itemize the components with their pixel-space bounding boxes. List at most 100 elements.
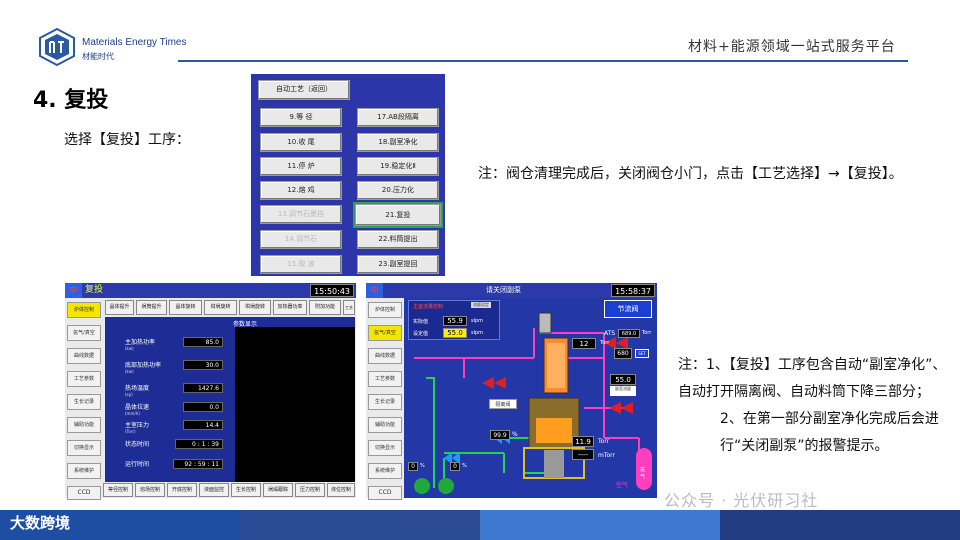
bottom-button[interactable]: 埚塌跟踪: [263, 483, 293, 497]
throttle-valve-button[interactable]: 节流阀: [604, 300, 652, 318]
header-divider: [178, 60, 908, 62]
side-button[interactable]: 曲线数据: [368, 348, 402, 364]
side-button[interactable]: 切换显示: [368, 440, 402, 456]
side-button-furnace[interactable]: 炉体控制: [67, 302, 101, 318]
bottom-button[interactable]: 液面监控: [199, 483, 229, 497]
argon-panel-badge: 流量设定: [471, 302, 491, 308]
menu-item-right[interactable]: 22.料筒提出: [357, 230, 439, 249]
menu-item-rebatch-selected[interactable]: 21.复投: [353, 202, 443, 228]
pump-a-unit: %: [420, 463, 425, 469]
param-value: 14.4: [183, 420, 223, 430]
menu-item-left-disabled: 15.取 液: [260, 255, 342, 274]
mtorr-unit: mTorr: [598, 452, 615, 459]
pressure-12: 12: [572, 338, 596, 349]
side-flow-value: 55.0: [610, 374, 636, 385]
footer-segment: [720, 510, 960, 540]
side-button[interactable]: 生长记录: [368, 394, 402, 410]
bottom-button[interactable]: 等径控制: [103, 483, 133, 497]
pump-b-value: 0: [450, 462, 460, 471]
footer-segment: [480, 510, 720, 540]
company-logo: [38, 27, 76, 67]
clock: 15:50:43: [310, 284, 354, 297]
top-button[interactable]: 晶体提升: [105, 300, 134, 315]
watermark: 公众号 · 光伏研习社: [664, 491, 819, 510]
pump-a-value: 0: [408, 462, 418, 471]
top-button[interactable]: 坩埚旋转: [239, 300, 271, 315]
side-button-ccd[interactable]: CCD: [368, 486, 402, 500]
side-button[interactable]: 系统维护: [368, 463, 402, 479]
hmi-screen-parameters: 中 复投 15:50:43 炉体控制 氩气/真空 曲线数据 工艺参数 生长记录 …: [65, 283, 356, 500]
chart-area: [235, 327, 355, 482]
param-value: 30.0: [183, 360, 223, 370]
param-value: 85.0: [183, 337, 223, 347]
side-button[interactable]: 辅助功能: [67, 417, 101, 433]
footer-segment: [240, 510, 480, 540]
screen-title-alarm: 请关闭副泵: [486, 286, 521, 294]
actual-flow-value: 55.9: [443, 316, 467, 326]
menu-item-right[interactable]: 20.压力化: [357, 181, 439, 200]
process-select-button[interactable]: 工艺选择: [343, 300, 355, 323]
menu-item-left[interactable]: 11.停 炉: [260, 157, 342, 176]
bottom-button[interactable]: 开底控制: [167, 483, 197, 497]
process-menu-screenshot: 自动工艺（返回） 9.等 径 10.收 尾 11.停 炉 12.熔 鸡 13.调…: [251, 74, 445, 276]
pump-b-unit: %: [462, 463, 467, 469]
param-value: 1427.6: [183, 383, 223, 393]
bottom-button[interactable]: 液位控制: [327, 483, 355, 497]
vacuum-schematic: 主室流量控制 流量设定 实际值 55.9 slpm 设定值 55.0 slpm …: [404, 298, 657, 498]
instruction-text: 选择【复投】工序：: [64, 132, 190, 148]
air-label: 空气: [616, 482, 629, 489]
note-text: 注：阀仓清理完成后，关闭阀仓小门，点击【工艺选择】→【复投】。: [478, 166, 903, 182]
top-button[interactable]: 坩埚旋转: [204, 300, 237, 315]
menu-back-button[interactable]: 自动工艺（返回）: [258, 80, 350, 100]
screen-title: 复投: [85, 285, 104, 295]
note-item-2: 2、在第一部分副室净化完成后会进行“关闭副泵”的报警提示。: [720, 411, 939, 454]
top-button[interactable]: 附加功能: [309, 300, 341, 315]
side-button[interactable]: 工艺参数: [67, 371, 101, 387]
side-button[interactable]: 氩气/真空: [67, 325, 101, 341]
side-button[interactable]: 工艺参数: [368, 371, 402, 387]
unit-slpm: slpm: [471, 318, 484, 324]
top-button[interactable]: 晶体旋转: [169, 300, 202, 315]
vacuum-torr-value: 11.9: [572, 436, 594, 447]
isolation-valve-label[interactable]: 隔离阀: [489, 399, 517, 409]
language-toggle[interactable]: 中: [366, 283, 383, 298]
menu-item-right[interactable]: 23.副室提回: [357, 255, 439, 274]
menu-item-left-disabled: 14.调节石: [260, 230, 342, 249]
side-button[interactable]: 辅助功能: [368, 417, 402, 433]
param-value: 92 : 59 : 11: [173, 459, 223, 469]
menu-item-left[interactable]: 9.等 径: [260, 108, 342, 127]
menu-item-left[interactable]: 10.收 尾: [260, 133, 342, 152]
side-button[interactable]: 炉体控制: [368, 302, 402, 318]
set-flow-input[interactable]: 55.0: [443, 328, 467, 338]
side-nav: 炉体控制 氩气/真空 曲线数据 工艺参数 生长记录 辅助功能 切换显示 系统维护…: [65, 298, 103, 500]
side-button[interactable]: 系统维护: [67, 463, 101, 479]
argon-flow-panel: 主室流量控制 流量设定 实际值 55.9 slpm 设定值 55.0 slpm: [408, 300, 500, 340]
vacuum-mtorr-value: ----: [572, 449, 594, 460]
section-title: 4. 复投: [33, 88, 109, 113]
side-button-argon-vacuum[interactable]: 氩气/真空: [368, 325, 402, 341]
menu-item-right[interactable]: 19.稳定化Ⅱ: [357, 157, 439, 176]
top-button[interactable]: 加热器功率: [273, 300, 307, 315]
top-button[interactable]: 埚筒提升: [136, 300, 167, 315]
unit-slpm: slpm: [471, 330, 484, 336]
torr-unit: Torr: [598, 438, 610, 445]
menu-item-right[interactable]: 18.副室净化: [357, 133, 439, 152]
menu-item-right[interactable]: 17.AB段隔离: [357, 108, 439, 127]
ats-label: ATS: [604, 330, 616, 337]
side-button-ccd[interactable]: CCD: [67, 486, 101, 500]
side-button[interactable]: 生长记录: [67, 394, 101, 410]
argon-tank-label: 氩气: [640, 467, 646, 480]
side-button[interactable]: 切换显示: [67, 440, 101, 456]
side-button[interactable]: 曲线数据: [67, 348, 101, 364]
footer-bar: [0, 510, 960, 540]
screen-title-bar: 中 请关闭副泵 15:58:37: [366, 283, 657, 298]
bottom-button[interactable]: 熔场控制: [135, 483, 165, 497]
valve-opening-value: 99.9: [490, 430, 510, 440]
set-button[interactable]: SET: [635, 349, 649, 358]
bottom-button[interactable]: 生长控制: [231, 483, 261, 497]
language-toggle[interactable]: 中: [65, 283, 82, 298]
brand-name-en: Materials Energy Times: [82, 37, 187, 48]
parameter-panel: 参数显示 主加热功率 (kw) 85.0 底部加热功率 (kw) 30.0 热场温度…: [105, 317, 355, 482]
bottom-button[interactable]: 压力控制: [295, 483, 325, 497]
menu-item-left[interactable]: 12.熔 鸡: [260, 181, 342, 200]
